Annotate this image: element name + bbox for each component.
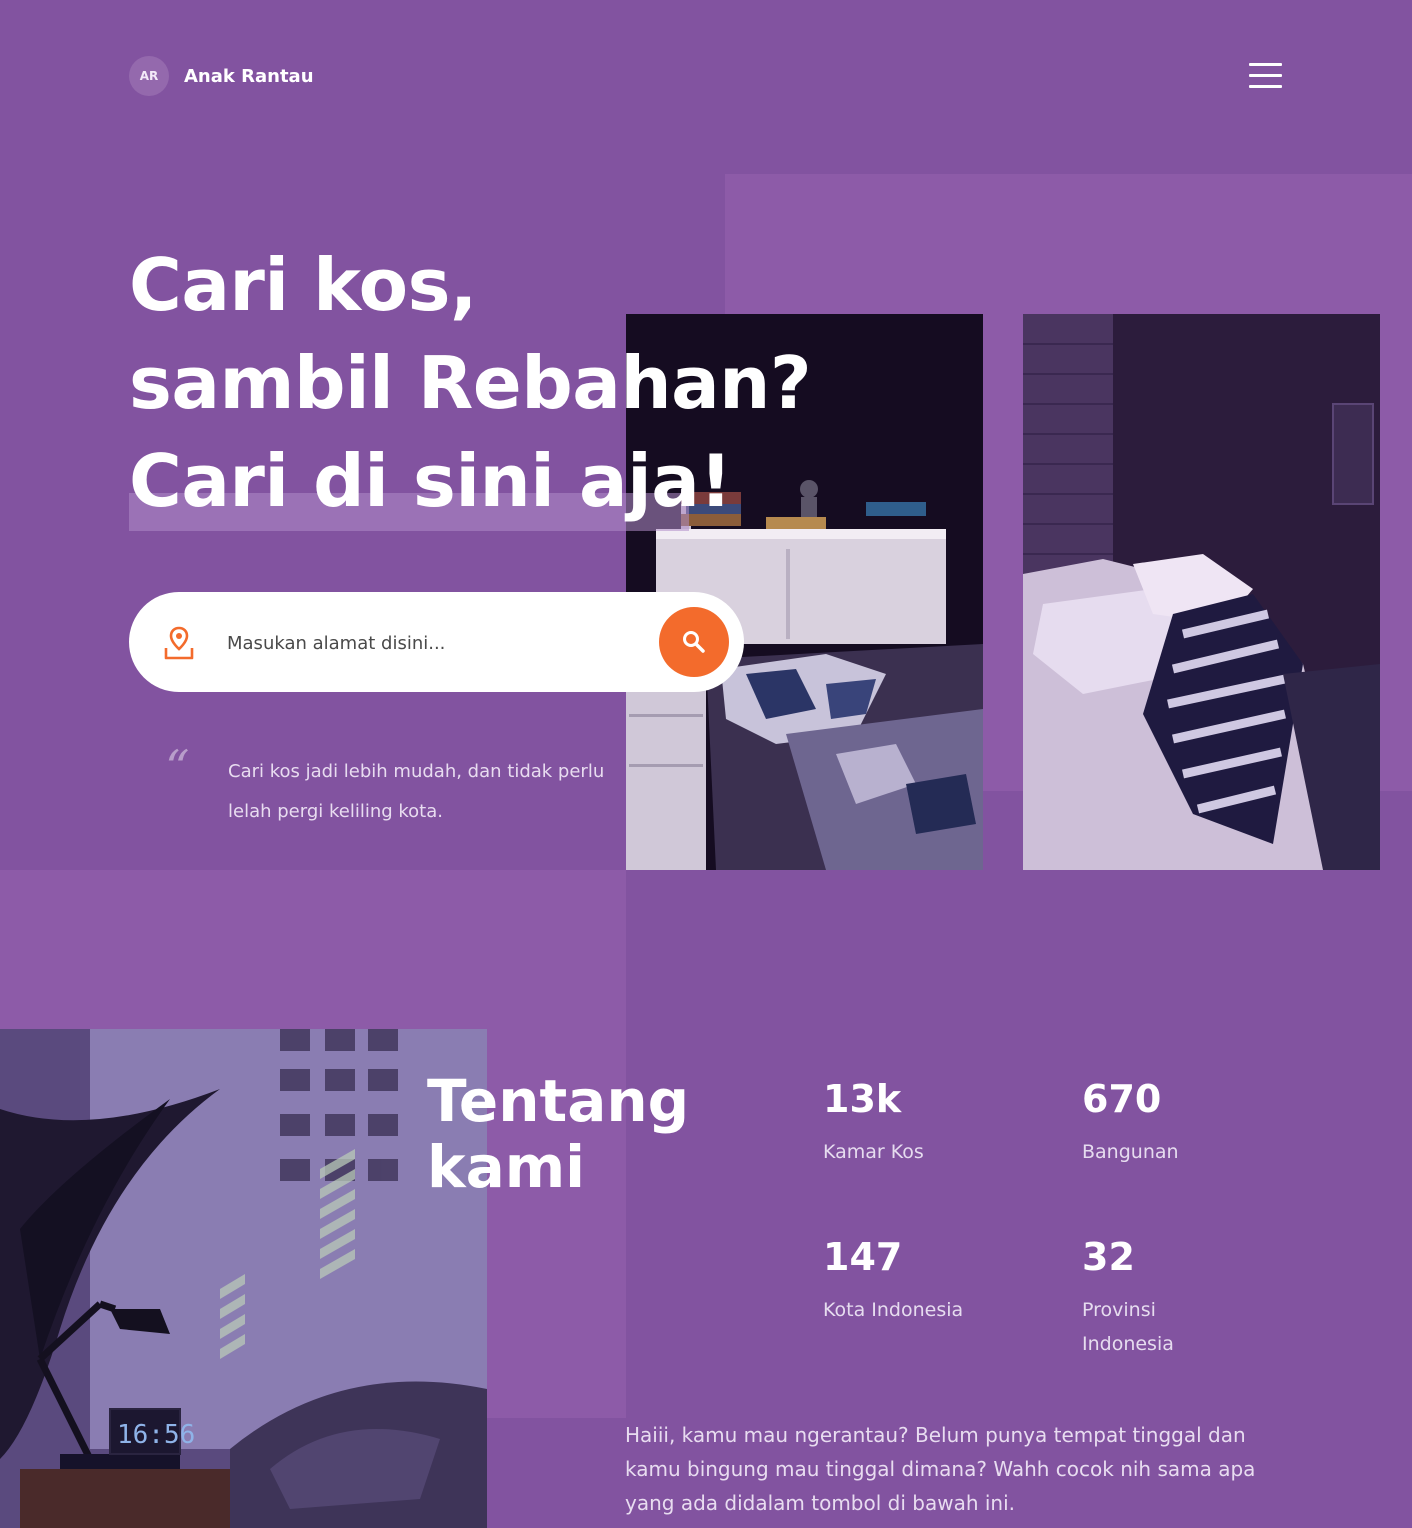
- bedroom-photo-2: [1023, 314, 1380, 870]
- about-title: Tentang kami: [427, 1068, 689, 1200]
- about-title-line-2: kami: [427, 1133, 586, 1201]
- location-pin-icon: [163, 626, 195, 660]
- stat-value: 147: [823, 1235, 903, 1279]
- hero-title-line-2: sambil Rebahan?: [129, 341, 812, 425]
- about-description: Haiii, kamu mau ngerantau? Belum punya t…: [625, 1423, 1256, 1515]
- stat-value: 32: [1082, 1235, 1135, 1279]
- stat-buildings: 670 Bangunan: [1082, 1077, 1312, 1169]
- logo[interactable]: AR Anak Rantau: [129, 56, 314, 96]
- hero-quote: Cari kos jadi lebih mudah, dan tidak per…: [228, 761, 605, 822]
- logo-name: Anak Rantau: [184, 65, 314, 87]
- stat-label: Bangunan: [1082, 1141, 1179, 1163]
- stat-label: Provinsi Indonesia: [1082, 1299, 1174, 1355]
- magnifier-icon: [683, 631, 705, 653]
- quote-mark-icon: “: [165, 740, 190, 796]
- svg-text:16:56: 16:56: [117, 1420, 195, 1450]
- logo-badge: AR: [129, 56, 169, 96]
- room-photo-lamp: 16:56: [0, 1029, 487, 1528]
- stat-label: Kota Indonesia: [823, 1299, 964, 1321]
- hero-title: Cari kos, sambil Rebahan? Cari di sini a…: [129, 236, 812, 530]
- stat-label: Kamar Kos: [823, 1141, 924, 1163]
- stat-cities: 147 Kota Indonesia: [823, 1235, 1053, 1327]
- hamburger-menu-icon[interactable]: [1249, 63, 1282, 88]
- search-bar: [129, 592, 744, 692]
- about-title-line-1: Tentang: [427, 1067, 690, 1135]
- hero-title-line-3: Cari di sini aja!: [129, 439, 732, 523]
- search-button[interactable]: [659, 607, 729, 677]
- hero-title-line-1: Cari kos,: [129, 243, 477, 327]
- search-input[interactable]: [225, 622, 649, 664]
- stat-rooms: 13k Kamar Kos: [823, 1077, 1053, 1169]
- stat-value: 670: [1082, 1077, 1162, 1121]
- stat-provinces: 32 Provinsi Indonesia: [1082, 1235, 1312, 1361]
- stat-value: 13k: [823, 1077, 902, 1121]
